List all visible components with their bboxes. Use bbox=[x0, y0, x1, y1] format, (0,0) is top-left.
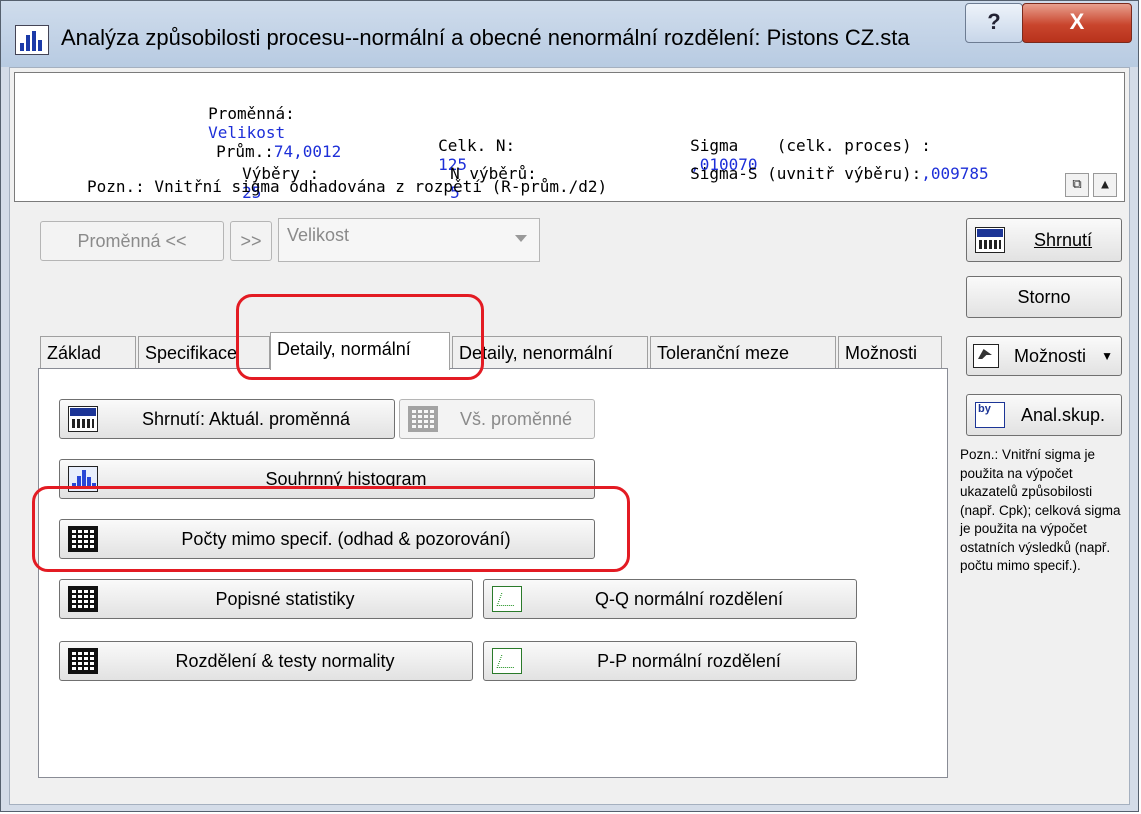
sigma-s-label: Sigma-S (uvnitř výběru): bbox=[690, 164, 922, 183]
tab-detaily-normalni[interactable]: Detaily, normální bbox=[270, 332, 450, 370]
close-button[interactable]: X bbox=[1022, 3, 1132, 43]
tab-detaily-nenormalni[interactable]: Detaily, nenormální bbox=[452, 336, 648, 370]
chevron-down-icon bbox=[515, 235, 527, 242]
by-group-icon: by bbox=[975, 402, 1005, 428]
window-title: Analýza způsobilosti procesu--normální a… bbox=[61, 25, 910, 50]
sigma-note: Pozn.: Vnitřní sigma je použita na výpoč… bbox=[960, 447, 1121, 573]
popisne-statistiky-button[interactable]: Popisné statistiky bbox=[59, 579, 473, 619]
tab-specifikace[interactable]: Specifikace bbox=[138, 336, 270, 370]
variable-next-button[interactable]: >> bbox=[230, 221, 272, 261]
sigma-s-value: ,009785 bbox=[921, 164, 989, 183]
rozdeleni-testy-button[interactable]: Rozdělení & testy normality bbox=[59, 641, 473, 681]
options-icon bbox=[973, 344, 999, 368]
tab-panel-detaily-normalni: Shrnutí: Aktuál. proměnná Vš. proměnné S… bbox=[38, 368, 948, 778]
vs-promenne-button[interactable]: Vš. proměnné bbox=[399, 399, 595, 439]
dialog-client-area: Proměnná: Velikost Prům.:74,0012 Celk. N… bbox=[9, 67, 1130, 805]
collapse-arrow-icon[interactable]: ▲ bbox=[1093, 173, 1117, 197]
shrnuti-button[interactable]: Shrnutí bbox=[966, 218, 1122, 262]
spreadsheet-icon bbox=[68, 526, 98, 552]
summary-icon bbox=[68, 406, 98, 432]
souhrnny-histogram-button[interactable]: Souhrnný histogram bbox=[59, 459, 595, 499]
dialog-window: Analýza způsobilosti procesu--normální a… bbox=[0, 0, 1139, 812]
tab-moznosti[interactable]: Možnosti bbox=[838, 336, 942, 370]
qq-plot-icon bbox=[492, 586, 522, 612]
tab-zaklad[interactable]: Základ bbox=[40, 336, 136, 370]
statistica-app-icon bbox=[15, 25, 49, 55]
dropdown-arrow-icon: ▼ bbox=[1101, 349, 1113, 363]
summary-note: Pozn.: Vnitřní sigma odhadována z rozpět… bbox=[87, 177, 608, 196]
variable-select[interactable]: Velikost bbox=[278, 218, 540, 262]
tab-tolerancni-meze[interactable]: Toleranční meze bbox=[650, 336, 836, 370]
moznosti-menu-button[interactable]: Možnosti ▼ bbox=[966, 336, 1122, 376]
help-button[interactable]: ? bbox=[965, 3, 1023, 43]
histogram-icon bbox=[68, 466, 98, 492]
pp-plot-icon bbox=[492, 648, 522, 674]
spreadsheet-icon bbox=[68, 648, 98, 674]
title-bar[interactable]: Analýza způsobilosti procesu--normální a… bbox=[1, 1, 1138, 67]
promenna-value: Velikost bbox=[208, 123, 286, 142]
storno-button[interactable]: Storno bbox=[966, 276, 1122, 318]
spreadsheet-icon bbox=[408, 406, 438, 432]
qq-normalni-button[interactable]: Q-Q normální rozdělení bbox=[483, 579, 857, 619]
variable-prev-button[interactable]: Proměnná << bbox=[40, 221, 224, 261]
anal-skup-button[interactable]: by Anal.skup. bbox=[966, 394, 1122, 436]
pocty-mimo-specif-button[interactable]: Počty mimo specif. (odhad & pozorování) bbox=[59, 519, 595, 559]
summary-icon bbox=[975, 227, 1005, 253]
spreadsheet-icon bbox=[68, 586, 98, 612]
promenna-label: Proměnná: bbox=[208, 104, 295, 123]
shrnuti-aktual-promenna-button[interactable]: Shrnutí: Aktuál. proměnná bbox=[59, 399, 395, 439]
pp-normalni-button[interactable]: P-P normální rozdělení bbox=[483, 641, 857, 681]
summary-box: Proměnná: Velikost Prům.:74,0012 Celk. N… bbox=[14, 72, 1125, 202]
variable-select-value: Velikost bbox=[287, 225, 350, 245]
copy-icon[interactable]: ⧉ bbox=[1065, 173, 1089, 197]
